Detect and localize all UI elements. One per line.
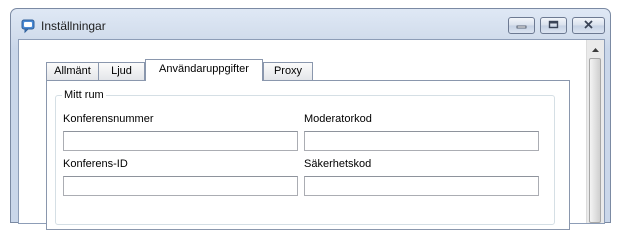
- tab-proxy[interactable]: Proxy: [263, 62, 313, 80]
- security-code-input[interactable]: [304, 176, 539, 196]
- scroll-up-button[interactable]: [587, 40, 603, 57]
- window-title: Inställningar: [41, 19, 106, 33]
- tab-sound[interactable]: Ljud: [98, 62, 145, 80]
- tab-panel: Mitt rum Konferensnummer Moderatorkod Ko…: [46, 80, 570, 230]
- vertical-scrollbar[interactable]: [586, 40, 604, 223]
- maximize-button[interactable]: [540, 17, 567, 34]
- tab-user-details[interactable]: Användaruppgifter: [145, 59, 263, 81]
- my-room-group: Mitt rum Konferensnummer Moderatorkod Ko…: [55, 89, 555, 225]
- chat-bubble-icon: [21, 18, 37, 34]
- conference-id-input[interactable]: [63, 176, 298, 196]
- conference-number-input[interactable]: [63, 131, 298, 151]
- title-bar[interactable]: Inställningar: [11, 9, 610, 39]
- maximize-icon: [548, 20, 559, 32]
- content-area: Allmänt Ljud Användaruppgifter Proxy Mit…: [18, 39, 605, 230]
- moderator-code-label: Moderatorkod: [304, 113, 372, 125]
- close-button[interactable]: [572, 17, 605, 34]
- conference-id-label: Konferens-ID: [63, 158, 128, 170]
- close-icon: [583, 19, 594, 32]
- moderator-code-input[interactable]: [304, 131, 539, 151]
- scroll-thumb[interactable]: [589, 58, 601, 223]
- security-code-label: Säkerhetskod: [304, 158, 372, 170]
- group-legend: Mitt rum: [62, 89, 106, 101]
- settings-window: Inställningar Allmänt Ljud Användaruppgi…: [10, 8, 611, 230]
- minimize-icon: [516, 20, 527, 32]
- conference-number-label: Konferensnummer: [63, 113, 154, 125]
- tab-general[interactable]: Allmänt: [46, 62, 99, 80]
- chevron-up-icon: [591, 43, 599, 55]
- minimize-button[interactable]: [508, 17, 535, 34]
